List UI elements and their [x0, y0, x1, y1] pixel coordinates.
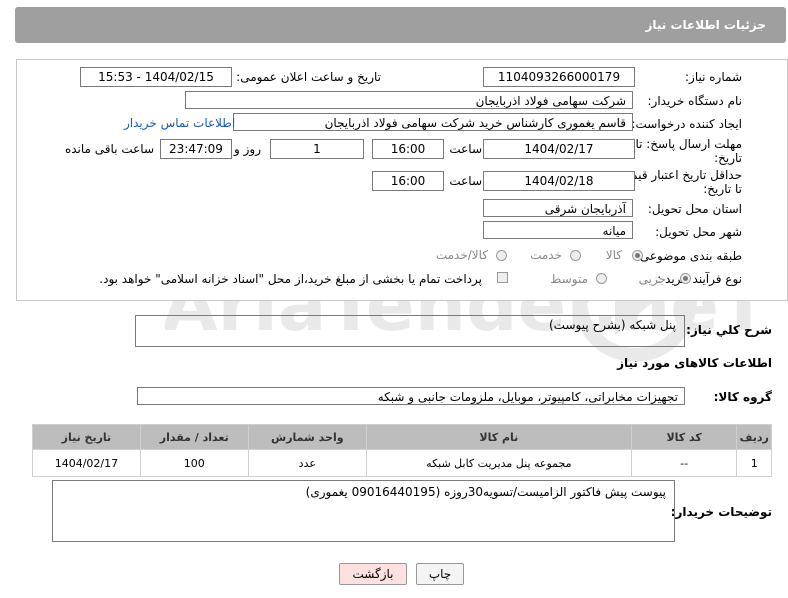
print-button[interactable]: چاپ	[416, 563, 464, 585]
description-label: شرح كلي نياز:	[686, 323, 772, 337]
col-code: کد کالا	[630, 424, 738, 450]
remaining-time-field: 23:47:09	[160, 139, 232, 159]
cell-code: --	[630, 449, 738, 477]
need-number-label: شماره نیاز:	[685, 70, 742, 84]
cell-need-date: 1404/02/17	[32, 449, 141, 477]
city-label: شهر محل تحویل:	[655, 225, 742, 239]
page-header: جزئیات اطلاعات نیاز	[15, 7, 786, 43]
cell-name: مجموعه پنل مدیریت کابل شبکه	[365, 449, 632, 477]
col-unit: واحد شمارش	[247, 424, 367, 450]
cell-row: 1	[736, 449, 772, 477]
description-text: پنل شبکه (بشرح پیوست)	[548, 318, 676, 332]
payment-note: پرداخت تمام یا بخشی از مبلغ خرید،از محل …	[99, 272, 482, 286]
category-radio-goods[interactable]	[632, 250, 643, 261]
days-label: روز و	[234, 142, 261, 156]
description-field: پنل شبکه (بشرح پیوست)	[135, 315, 685, 347]
deadline-time-label: ساعت	[449, 142, 482, 156]
category-radio-service[interactable]	[570, 250, 581, 261]
buyer-notes-text: پیوست پیش فاکتور الزامیست/تسویه30روزه (0…	[305, 485, 666, 499]
deadline-time-field: 16:00	[372, 139, 444, 159]
goods-section-title: اطلاعات کالاهای مورد نیاز	[617, 356, 772, 370]
announce-label: تاریخ و ساعت اعلان عمومی:	[236, 70, 381, 84]
announce-field: 1404/02/15 - 15:53	[80, 67, 232, 87]
creator-label: ایجاد کننده درخواست:	[631, 117, 742, 131]
deadline-label: مهلت ارسال پاسخ: تا	[635, 137, 742, 151]
category-option-both: کالا/خدمت	[435, 248, 488, 262]
payment-checkbox[interactable]	[497, 272, 508, 283]
buyer-notes-field: پیوست پیش فاکتور الزامیست/تسویه30روزه (0…	[52, 480, 675, 542]
category-option-goods: کالا	[605, 248, 622, 262]
process-option-minor: جزیی	[638, 272, 666, 286]
buyer-org-field: شرکت سهامی فولاد اذربایجان	[185, 91, 633, 109]
cell-quantity: 100	[139, 449, 249, 477]
cell-unit: عدد	[247, 449, 367, 477]
col-quantity: تعداد / مقدار	[139, 424, 249, 450]
need-number-field: 1104093266000179	[483, 67, 635, 87]
validity-time-label: ساعت	[449, 174, 482, 188]
validity-date-field: 1404/02/18	[483, 171, 635, 191]
page-title: جزئیات اطلاعات نیاز	[645, 18, 766, 32]
col-row: ردیف	[736, 424, 772, 450]
process-option-medium: متوسط	[550, 272, 588, 286]
remaining-label: ساعت باقی مانده	[64, 142, 154, 156]
table-row: 1 -- مجموعه پنل مدیریت کابل شبکه عدد 100…	[32, 449, 772, 477]
deadline-label-date: تاریخ:	[714, 151, 742, 165]
days-field: 1	[270, 139, 364, 159]
creator-field: قاسم یغموری کارشناس خرید شرکت سهامی فولا…	[233, 113, 633, 131]
validity-label-date: تا تاریخ:	[703, 182, 742, 196]
buyer-notes-label: توضیحات خریدار:	[670, 505, 772, 519]
contact-buyer-link[interactable]: اطلاعات تماس خریدار	[124, 116, 235, 130]
buyer-org-label: نام دستگاه خریدار:	[647, 94, 743, 108]
goods-table: ردیف کد کالا نام کالا واحد شمارش تعداد /…	[32, 424, 772, 477]
validity-time-field: 16:00	[372, 171, 444, 191]
goods-group-field: تجهیزات مخابراتی، کامپیوتر، موبایل، ملزو…	[137, 387, 685, 405]
process-radio-medium[interactable]	[596, 273, 607, 284]
process-radio-minor[interactable]	[680, 273, 691, 284]
category-radio-both[interactable]	[496, 250, 507, 261]
back-button[interactable]: بازگشت	[339, 563, 407, 585]
category-label: طبقه بندی موضوعی:	[635, 249, 742, 263]
col-need-date: تاریخ نیاز	[32, 424, 141, 450]
goods-group-label: گروه کالا:	[713, 390, 772, 404]
process-label: نوع فرآیند خرید :	[657, 272, 742, 286]
deadline-date-field: 1404/02/17	[483, 139, 635, 159]
col-name: نام کالا	[365, 424, 632, 450]
province-label: استان محل تحویل:	[647, 202, 742, 216]
goods-table-header: ردیف کد کالا نام کالا واحد شمارش تعداد /…	[32, 424, 772, 450]
province-field: آذربایجان شرقی	[483, 199, 633, 217]
city-field: میانه	[483, 221, 633, 239]
category-option-service: خدمت	[530, 248, 562, 262]
